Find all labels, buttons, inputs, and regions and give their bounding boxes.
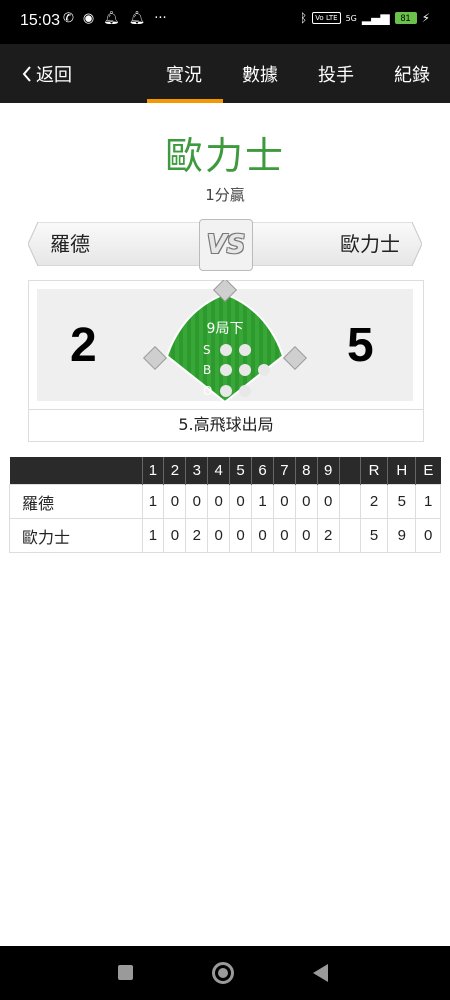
last-play-text: 5.高飛球出局	[28, 409, 424, 442]
table-cell: 2	[359, 484, 388, 519]
volte-icon: Vo LTE	[312, 12, 341, 24]
network-label: 5G	[345, 13, 357, 23]
battery-icon: 81	[394, 12, 417, 24]
table-cell: 5	[359, 518, 388, 553]
chevron-left-icon	[22, 66, 31, 82]
table-cell: 0	[229, 518, 252, 553]
tab-records[interactable]: 紀錄	[394, 61, 430, 87]
more-icon: ···	[154, 11, 167, 26]
missed-call-icon: ✆	[63, 11, 74, 26]
table-cell: 1	[141, 518, 164, 553]
table-cell: 0	[207, 484, 230, 519]
inning-header: 9	[316, 457, 340, 485]
status-time: 15:03	[20, 12, 61, 29]
bell-icon: 🔔︎	[103, 11, 120, 26]
table-cell: 0	[272, 518, 296, 553]
inning-header: 6	[251, 457, 274, 485]
top-nav: 返回 實況 數據 投手 紀錄	[0, 44, 450, 103]
vs-badge: VS	[199, 219, 253, 271]
strike-light	[220, 344, 232, 356]
hits-header: H	[387, 457, 416, 485]
inning-header: 4	[207, 457, 230, 485]
away-team-name: 羅德	[50, 232, 90, 256]
active-tab-indicator	[147, 99, 223, 103]
matchup-bar: 羅德 歐力士 VS	[28, 219, 422, 271]
table-cell: 0	[415, 518, 441, 553]
out-label: O	[203, 384, 213, 398]
ball-label: B	[203, 363, 212, 377]
table-cell: 0	[163, 484, 186, 519]
table-cell: 0	[163, 518, 186, 553]
messenger-icon: ◉	[82, 11, 95, 26]
ball-light	[239, 364, 251, 376]
back-triangle-icon[interactable]	[313, 964, 328, 982]
inning-header: 8	[294, 457, 318, 485]
strike-count: S	[203, 343, 251, 357]
tab-live[interactable]: 實況	[166, 61, 202, 87]
third-base	[143, 345, 168, 371]
table-cell: 0	[185, 484, 208, 519]
runs-header: R	[359, 457, 388, 485]
table-cell: 2	[316, 518, 340, 553]
table-cell: 0	[272, 484, 296, 519]
inning-header: 2	[163, 457, 186, 485]
out-count: O	[203, 384, 251, 398]
winner-team: 歐力士	[164, 134, 285, 178]
ball-count: B	[203, 363, 270, 377]
out-light	[239, 385, 251, 397]
strike-label: S	[203, 343, 211, 357]
ball-light	[220, 364, 232, 376]
back-button[interactable]: 返回	[22, 61, 72, 87]
table-cell: 1	[415, 484, 441, 519]
inning-label: 9局下	[206, 321, 244, 337]
table-cell: 0	[251, 518, 274, 553]
inning-header: 1	[141, 457, 164, 485]
charging-icon: ⚡︎	[421, 11, 430, 25]
table-cell: 0	[316, 484, 340, 519]
table-cell: 1	[141, 484, 164, 519]
system-nav-bar	[0, 946, 450, 1000]
inning-header: 7	[272, 457, 296, 485]
bluetooth-icon: ᛒ	[299, 11, 308, 25]
strike-light	[239, 344, 251, 356]
team-column-header	[9, 457, 142, 485]
table-row: 羅德 1 0 0 0 0 1 0 0 0 2 5 1	[9, 484, 441, 519]
inning-header: 3	[185, 457, 208, 485]
table-cell: 0	[207, 518, 230, 553]
signal-icon: ▂▄▆	[361, 11, 390, 25]
recents-icon[interactable]	[118, 965, 133, 980]
ball-light	[258, 364, 270, 376]
home-team-name: 歐力士	[340, 232, 400, 256]
table-cell: 2	[185, 518, 208, 553]
linescore-table: 1 2 3 4 5 6 7 8 9 R H E 羅德 1 0 0 0 0 1 0…	[9, 457, 441, 553]
bell-icon: 🔔︎	[128, 11, 146, 26]
system-icons: ᛒ Vo LTE 5G ▂▄▆ 81 ⚡︎	[300, 11, 430, 25]
notification-icons: ✆ ◉ 🔔︎ 🔔︎ ···	[63, 11, 167, 26]
table-cell	[338, 484, 361, 519]
back-label: 返回	[36, 65, 72, 86]
team-name-cell: 羅德	[9, 484, 142, 519]
first-base	[282, 345, 307, 371]
spacer-header	[338, 457, 361, 485]
linescore-header-row: 1 2 3 4 5 6 7 8 9 R H E	[9, 457, 441, 485]
table-cell: 1	[251, 484, 274, 519]
inning-header: 5	[229, 457, 252, 485]
table-cell: 0	[229, 484, 252, 519]
win-margin: 1分贏	[205, 186, 245, 204]
status-bar: 15:03 ✆ ◉ 🔔︎ 🔔︎ ··· ᛒ Vo LTE 5G ▂▄▆ 81 ⚡…	[0, 0, 450, 44]
table-cell	[338, 518, 361, 553]
home-icon[interactable]	[212, 962, 234, 984]
out-light	[220, 385, 232, 397]
errors-header: E	[415, 457, 441, 485]
table-row: 歐力士 1 0 2 0 0 0 0 0 2 5 9 0	[9, 518, 441, 553]
table-cell: 5	[387, 484, 416, 519]
tab-pitchers[interactable]: 投手	[318, 61, 354, 87]
tab-stats[interactable]: 數據	[242, 61, 278, 87]
table-cell: 9	[387, 518, 416, 553]
table-cell: 0	[294, 518, 318, 553]
table-cell: 0	[294, 484, 318, 519]
team-name-cell: 歐力士	[9, 518, 142, 553]
